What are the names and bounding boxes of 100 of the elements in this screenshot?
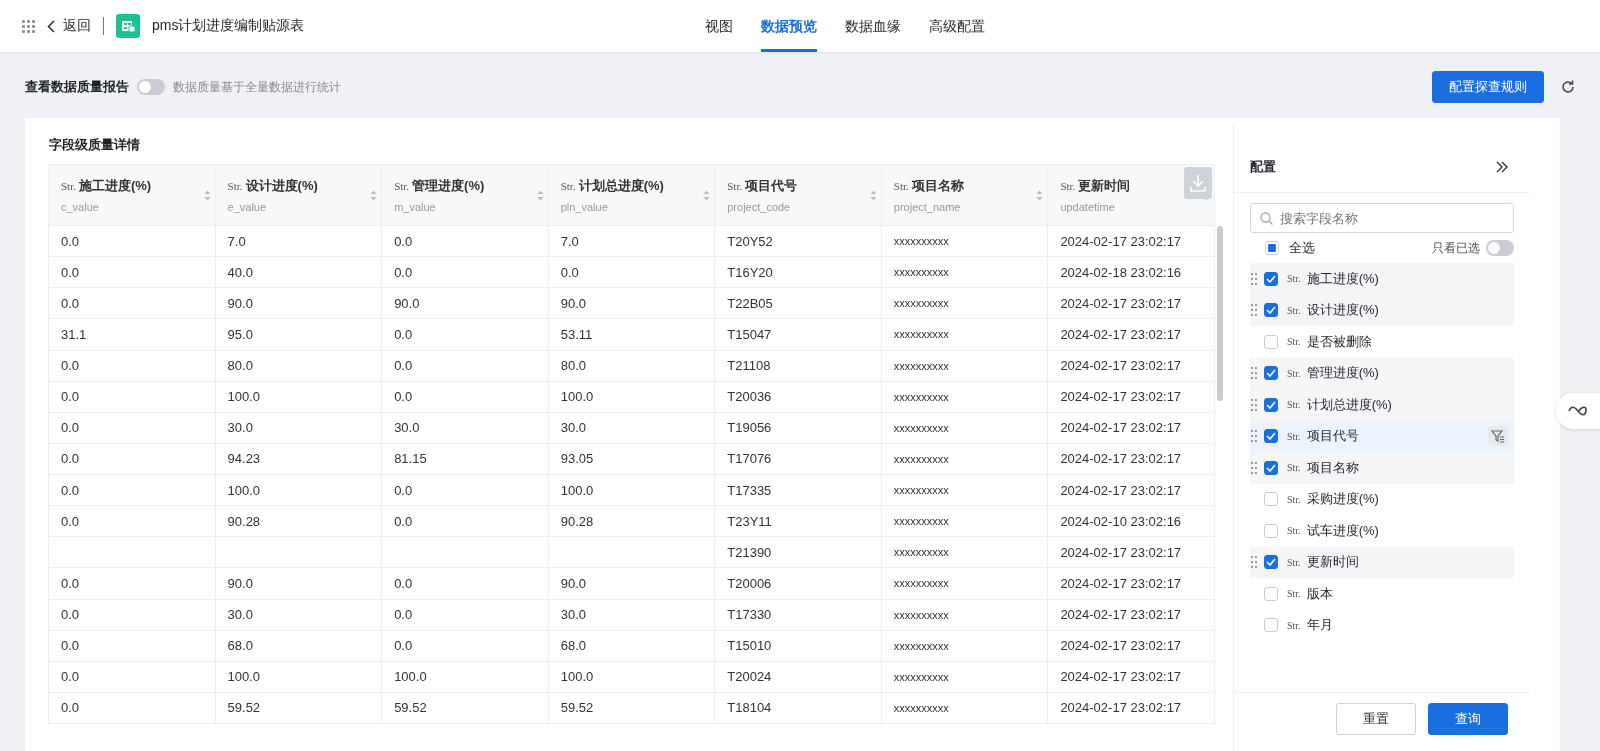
sort-icon[interactable] — [370, 190, 378, 201]
select-all-checkbox[interactable] — [1265, 241, 1279, 255]
field-label[interactable]: 采购进度(%) — [1306, 490, 1508, 509]
field-name: updatetime — [1060, 201, 1116, 213]
column-header[interactable]: 项目名称 — [911, 177, 964, 195]
field-label[interactable]: 施工进度(%) — [1306, 269, 1508, 288]
table-cell: 30.0 — [560, 607, 586, 623]
field-row[interactable]: Str. 项目名称 — [1250, 452, 1514, 484]
back-link[interactable]: 返回 — [47, 17, 91, 35]
table-cell: T15047 — [727, 326, 772, 342]
type-tag: Str. — [61, 180, 76, 192]
section-title: 字段级质量详情 — [48, 136, 141, 154]
column-header[interactable]: 设计进度(%) — [245, 177, 318, 195]
download-icon[interactable] — [1184, 167, 1212, 199]
table-cell: 2024-02-17 23:02:17 — [1060, 607, 1182, 623]
tab[interactable]: 高级配置 — [929, 0, 985, 52]
column-header[interactable]: 计划总进度(%) — [578, 177, 664, 195]
link-button[interactable] — [1556, 393, 1600, 429]
field-row[interactable]: Str. 施工进度(%) — [1250, 263, 1514, 295]
panel-title: 配置 — [1250, 158, 1276, 176]
table-cell: T17330 — [727, 607, 772, 623]
table-cell: 0.0 — [394, 326, 413, 342]
sort-icon[interactable] — [203, 190, 211, 201]
sort-icon[interactable] — [703, 190, 711, 201]
table-cell: 100.0 — [560, 389, 594, 405]
field-row[interactable]: Str. 设计进度(%) — [1250, 294, 1514, 326]
field-label[interactable]: 年月 — [1306, 616, 1508, 635]
table-cell: T21108 — [727, 358, 771, 374]
table-cell: xxxxxxxxxx — [893, 328, 949, 341]
type-tag: Str. — [1287, 525, 1301, 537]
table-cell: 30.0 — [560, 420, 586, 436]
drag-handle-icon[interactable] — [1251, 398, 1257, 411]
search-field[interactable]: 搜索字段名称 — [1250, 203, 1514, 233]
only-selected-toggle[interactable] — [1486, 240, 1514, 256]
checkbox[interactable] — [1264, 271, 1278, 286]
table-cell: 0.0 — [61, 607, 80, 623]
table-cell: 2024-02-17 23:02:17 — [1060, 358, 1182, 374]
page-title: pms计划进度编制贴源表 — [152, 17, 305, 35]
sort-icon[interactable] — [536, 190, 544, 201]
field-label[interactable]: 是否被删除 — [1306, 332, 1508, 351]
drag-handle-icon[interactable] — [1251, 272, 1257, 285]
field-label[interactable]: 计划总进度(%) — [1306, 395, 1508, 414]
field-label[interactable]: 更新时间 — [1306, 553, 1508, 572]
collapse-icon[interactable] — [1496, 161, 1508, 173]
field-row[interactable]: Str. 管理进度(%) — [1250, 357, 1514, 389]
reset-button[interactable]: 重置 — [1336, 703, 1416, 735]
drag-handle-icon[interactable] — [1251, 556, 1257, 569]
field-row[interactable]: Str. 项目代号 — [1250, 420, 1514, 452]
column-header[interactable]: 项目代号 — [745, 177, 798, 195]
table-cell: 2024-02-17 23:02:17 — [1060, 482, 1182, 498]
table-cell: 53.11 — [560, 326, 593, 342]
table-cell: 0.0 — [560, 264, 579, 280]
field-name: project_code — [727, 201, 792, 213]
scrollbar[interactable] — [1217, 226, 1223, 401]
config-rules-button[interactable]: 配置探查规则 — [1432, 71, 1544, 103]
checkbox[interactable] — [1264, 460, 1278, 475]
table-logo-icon — [116, 14, 140, 38]
checkbox[interactable] — [1264, 303, 1278, 318]
table-cell: 0.0 — [394, 482, 413, 498]
field-row[interactable]: Str. 计划总进度(%) — [1250, 389, 1514, 421]
column-header[interactable]: 管理进度(%) — [412, 177, 485, 195]
field-label[interactable]: 版本 — [1306, 584, 1508, 603]
apps-grid-icon[interactable] — [22, 19, 35, 33]
filter-icon[interactable] — [1488, 426, 1508, 447]
table-cell: 0.0 — [394, 575, 413, 591]
field-label[interactable]: 试车进度(%) — [1306, 521, 1508, 540]
table-cell: T23Y11 — [727, 513, 772, 529]
tab[interactable]: 视图 — [705, 0, 733, 52]
field-label[interactable]: 项目名称 — [1306, 458, 1508, 477]
refresh-icon[interactable] — [1560, 79, 1576, 95]
checkbox[interactable] — [1264, 555, 1278, 570]
field-label[interactable]: 管理进度(%) — [1306, 364, 1508, 383]
tab[interactable]: 数据血缘 — [845, 0, 901, 52]
table-cell: xxxxxxxxxx — [893, 577, 949, 590]
field-label[interactable]: 设计进度(%) — [1306, 301, 1508, 320]
sort-icon[interactable] — [869, 190, 877, 201]
select-all-label[interactable]: 全选 — [1289, 239, 1315, 257]
query-button[interactable]: 查询 — [1428, 703, 1508, 735]
drag-handle-icon[interactable] — [1251, 304, 1257, 317]
column-header[interactable]: 施工进度(%) — [79, 177, 152, 195]
column-header[interactable]: 更新时间 — [1078, 177, 1131, 195]
table-cell: 90.28 — [560, 513, 594, 529]
table-cell: 0.0 — [394, 389, 413, 405]
drag-handle-icon[interactable] — [1251, 367, 1257, 380]
field-row[interactable]: Str. 更新时间 — [1250, 546, 1514, 578]
sort-icon[interactable] — [1036, 190, 1044, 201]
report-toggle[interactable] — [137, 79, 165, 95]
field-label[interactable]: 项目代号 — [1306, 427, 1482, 446]
table-cell: T17076 — [727, 451, 772, 467]
drag-handle-icon[interactable] — [1251, 430, 1257, 443]
table-cell: 2024-02-18 23:02:16 — [1060, 264, 1182, 280]
drag-handle-icon[interactable] — [1251, 461, 1257, 474]
checkbox[interactable] — [1264, 429, 1278, 444]
table-cell: xxxxxxxxxx — [893, 452, 949, 465]
tab[interactable]: 数据预览 — [761, 0, 817, 52]
table-cell: xxxxxxxxxx — [893, 484, 949, 497]
checkbox[interactable] — [1264, 397, 1278, 412]
table-cell: 2024-02-17 23:02:17 — [1060, 700, 1182, 716]
table-cell: 100.0 — [227, 669, 261, 685]
checkbox[interactable] — [1264, 366, 1278, 381]
